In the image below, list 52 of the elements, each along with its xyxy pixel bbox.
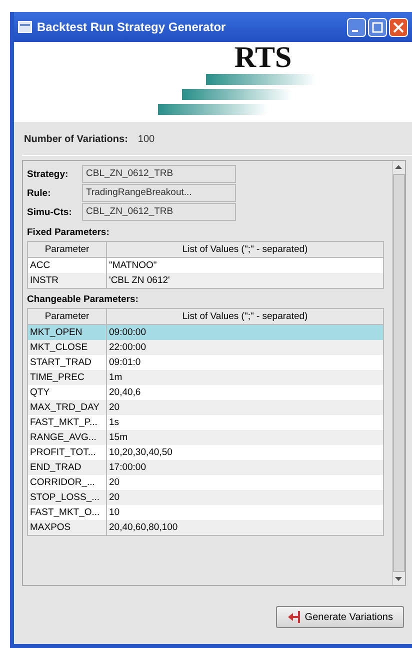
column-header[interactable]: List of Values (";" - separated) <box>107 242 383 257</box>
table-cell-text: 10 <box>108 506 121 520</box>
table-cell: MAX_TRD_DAY <box>28 400 107 415</box>
column-header[interactable]: List of Values (";" - separated) <box>107 309 383 324</box>
section-title: Changeable Parameters: <box>27 294 140 305</box>
column-header[interactable]: Parameter <box>28 309 107 324</box>
table-cell-text: 20 <box>108 491 121 505</box>
table-cell: MKT_CLOSE <box>28 340 107 355</box>
table-cell-text: 20,40,60,80,100 <box>108 521 179 535</box>
table-row[interactable]: MKT_OPEN 09:00:00 <box>28 325 383 340</box>
table-cell-text: 15m <box>108 431 128 445</box>
table-cell-text: 17:00:00 <box>108 461 147 475</box>
window-title: Backtest Run Strategy Generator <box>37 20 227 34</box>
variations-value: 100 <box>138 134 155 145</box>
minimize-icon[interactable] <box>347 18 366 36</box>
close-icon[interactable] <box>389 18 408 36</box>
table-cell: MAXPOS <box>28 520 107 535</box>
table-cell-text: 20 <box>108 476 121 490</box>
table-cell-text: 10,20,30,40,50 <box>108 446 174 460</box>
table-cell: STOP_LOSS_... <box>28 490 107 505</box>
maximize-icon[interactable] <box>368 18 387 36</box>
table-cell-text: "MATNOO" <box>108 259 158 273</box>
table-cell: TIME_PREC <box>28 370 107 385</box>
column-header[interactable]: Parameter <box>28 242 107 257</box>
table-cell-text: 20,40,6 <box>108 386 142 400</box>
table-cell-text: 09:01:0 <box>108 356 142 370</box>
variations-label: Number of Variations: <box>24 134 128 145</box>
table-row[interactable]: INSTR 'CBL ZN 0612' <box>28 273 383 288</box>
table-row[interactable]: TIME_PREC 1m <box>28 370 383 385</box>
table-cell-text: 22:00:00 <box>108 341 147 355</box>
table-cell: RANGE_AVG... <box>28 430 107 445</box>
field-label: Simu-Cts: <box>27 206 73 218</box>
table-cell-text: 1m <box>108 371 124 385</box>
table-row[interactable]: MKT_CLOSE 22:00:00 <box>28 340 383 355</box>
section-title: Fixed Parameters: <box>27 227 110 238</box>
generate-variations-button[interactable]: Generate Variations <box>276 606 404 628</box>
table-row[interactable]: END_TRAD 17:00:00 <box>28 460 383 475</box>
table-cell: INSTR <box>28 273 107 288</box>
logo-text: RTS <box>234 42 292 74</box>
table-row[interactable]: MAX_TRD_DAY 20 <box>28 400 383 415</box>
field-label: Strategy: <box>27 168 70 180</box>
table-cell-text: 'CBL ZN 0612' <box>108 274 171 288</box>
app-icon <box>18 21 32 33</box>
arrow-icon <box>286 611 301 623</box>
table-cell-text: 20 <box>108 401 121 415</box>
table-row[interactable]: RANGE_AVG... 15m <box>28 430 383 445</box>
field-label: Rule: <box>27 188 52 198</box>
table-cell-text: 1s <box>108 416 120 430</box>
table-row[interactable]: STOP_LOSS_... 20 <box>28 490 383 505</box>
table-cell-text: 09:00:00 <box>108 326 147 340</box>
table-row[interactable]: MAXPOS 20,40,60,80,100 <box>28 520 383 535</box>
table-cell: END_TRAD <box>28 460 107 475</box>
